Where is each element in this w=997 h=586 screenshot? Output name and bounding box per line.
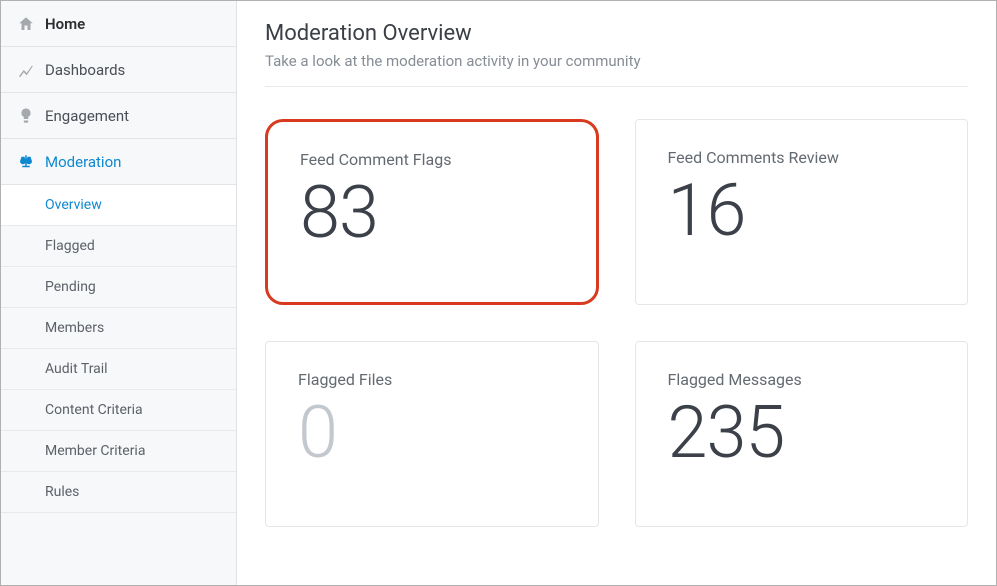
subnav-members[interactable]: Members (1, 308, 236, 349)
card-label: Feed Comments Review (668, 148, 936, 167)
card-flagged-files[interactable]: Flagged Files 0 (265, 341, 599, 527)
nav-item-label: Home (45, 15, 85, 33)
subnav-label: Overview (45, 197, 102, 213)
card-value: 83 (300, 177, 564, 249)
subnav-label: Member Criteria (45, 443, 145, 459)
card-flagged-messages[interactable]: Flagged Messages 235 (635, 341, 969, 527)
nav-item-label: Dashboards (45, 61, 125, 79)
card-value: 16 (668, 175, 936, 247)
subnav-rules[interactable]: Rules (1, 472, 236, 513)
main-content: Moderation Overview Take a look at the m… (237, 1, 996, 585)
divider (265, 86, 968, 87)
nav-item-label: Moderation (45, 153, 121, 171)
subnav-overview[interactable]: Overview (1, 185, 236, 226)
subnav-label: Members (45, 320, 104, 336)
nav-item-home[interactable]: Home (1, 1, 236, 47)
subnav-label: Pending (45, 279, 96, 295)
subnav-content-criteria[interactable]: Content Criteria (1, 390, 236, 431)
nav-item-engagement[interactable]: Engagement (1, 93, 236, 139)
bulb-icon (17, 107, 35, 125)
card-label: Flagged Messages (668, 370, 936, 389)
nav-item-moderation[interactable]: Moderation (1, 139, 236, 185)
home-icon (17, 15, 35, 33)
subnav-label: Rules (45, 484, 79, 500)
page-title: Moderation Overview (265, 21, 968, 46)
card-feed-comment-flags[interactable]: Feed Comment Flags 83 (265, 119, 599, 305)
chart-icon (17, 61, 35, 79)
nav-item-dashboards[interactable]: Dashboards (1, 47, 236, 93)
card-feed-comments-review[interactable]: Feed Comments Review 16 (635, 119, 969, 305)
subnav-label: Audit Trail (45, 361, 108, 377)
subnav-label: Flagged (45, 238, 95, 254)
card-value: 235 (668, 397, 936, 469)
scale-icon (17, 153, 35, 171)
subnav-member-criteria[interactable]: Member Criteria (1, 431, 236, 472)
page-subtitle: Take a look at the moderation activity i… (265, 52, 968, 70)
card-label: Flagged Files (298, 370, 566, 389)
nav-item-label: Engagement (45, 107, 129, 125)
subnav-pending[interactable]: Pending (1, 267, 236, 308)
card-value: 0 (298, 397, 566, 469)
cards-grid: Feed Comment Flags 83 Feed Comments Revi… (265, 119, 968, 527)
sidebar: Home Dashboards Engagement Moderation Ov… (1, 1, 237, 585)
subnav-label: Content Criteria (45, 402, 143, 418)
card-label: Feed Comment Flags (300, 150, 564, 169)
subnav-audit-trail[interactable]: Audit Trail (1, 349, 236, 390)
subnav-flagged[interactable]: Flagged (1, 226, 236, 267)
